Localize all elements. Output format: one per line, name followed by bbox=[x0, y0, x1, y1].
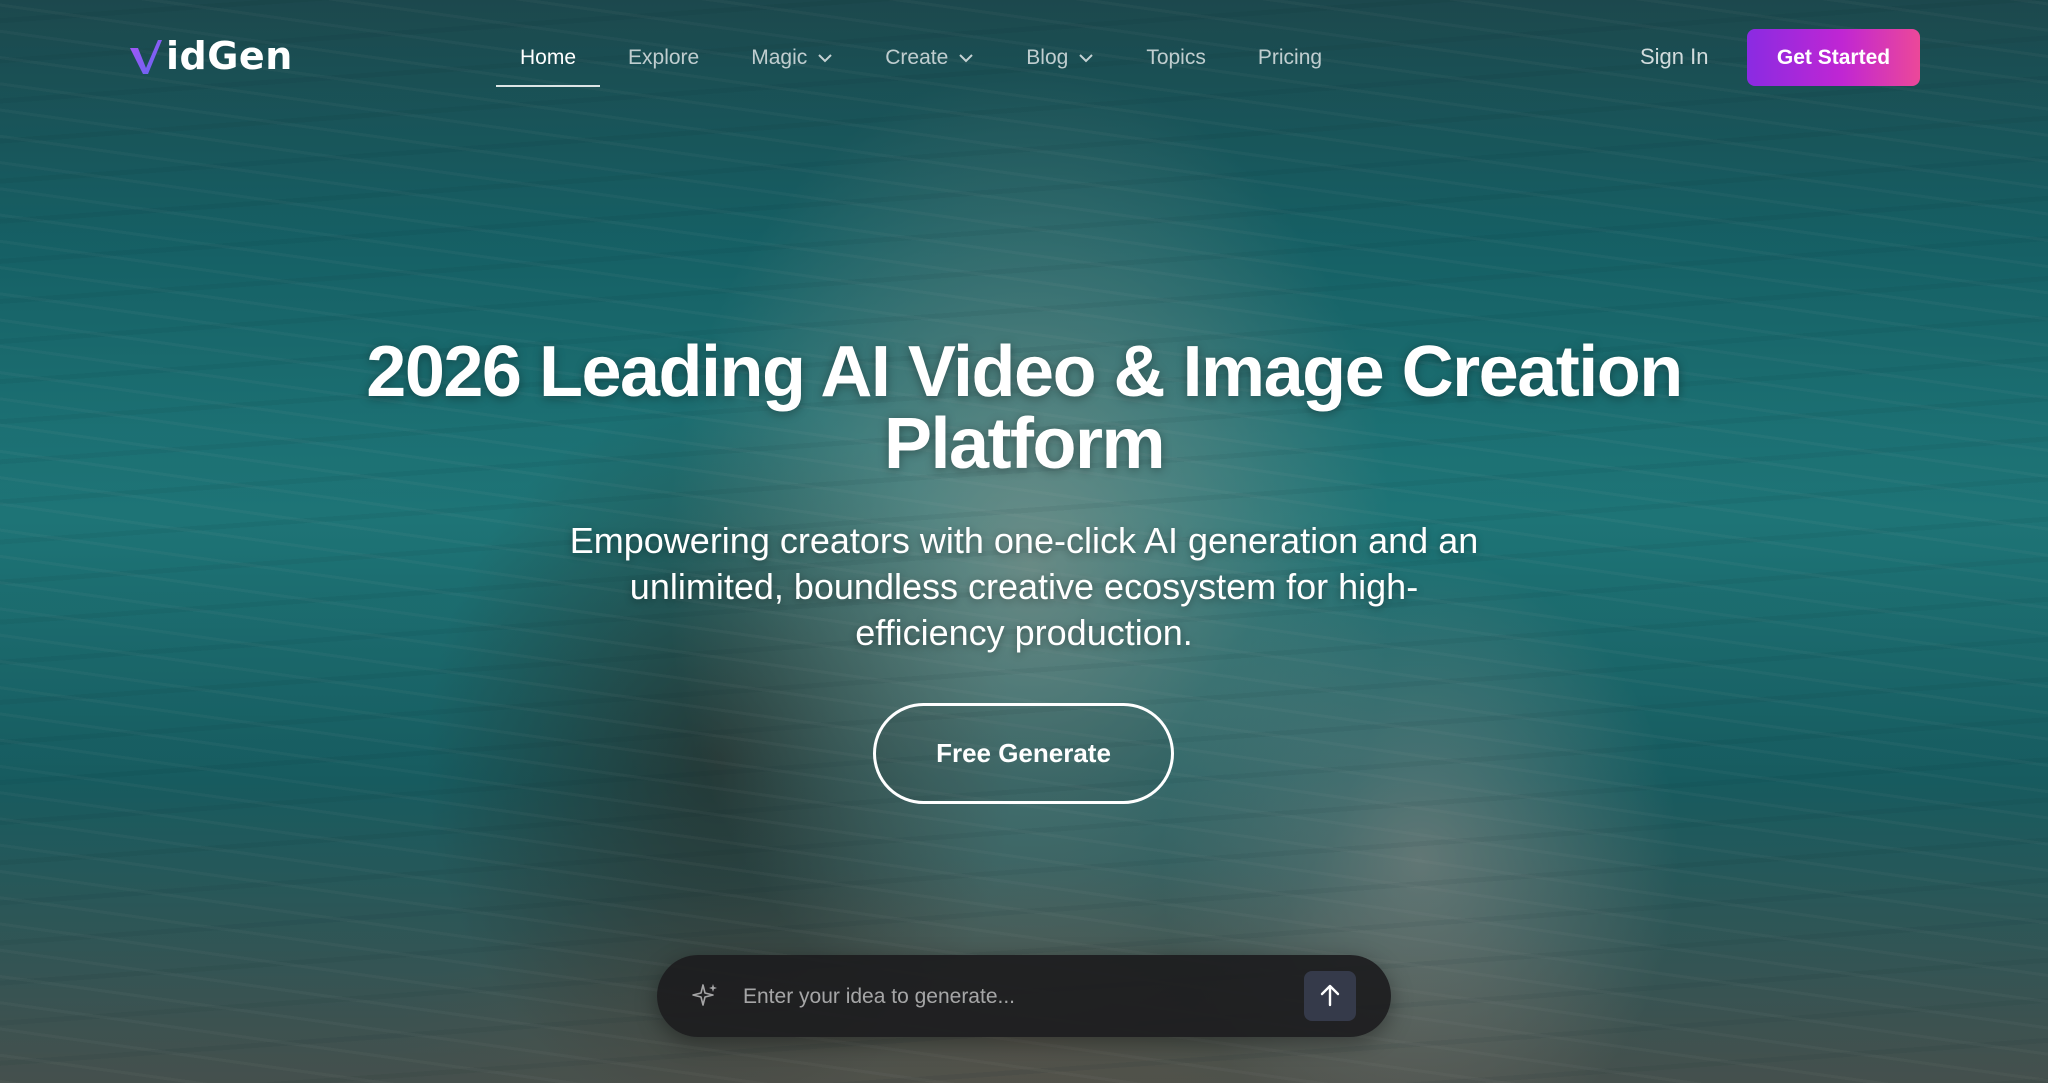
chevron-down-icon bbox=[959, 54, 974, 63]
nav-item-home[interactable]: Home bbox=[495, 29, 601, 87]
submit-prompt-button[interactable] bbox=[1304, 971, 1356, 1021]
arrow-up-icon bbox=[1320, 984, 1340, 1007]
nav-item-magic[interactable]: Magic bbox=[751, 29, 833, 87]
hero-subtitle-line: efficiency production. bbox=[855, 612, 1193, 653]
nav-item-pricing[interactable]: Pricing bbox=[1258, 29, 1322, 87]
hero-title-line: 2026 Leading AI Video & Image Creation bbox=[366, 332, 1683, 412]
nav-item-topics[interactable]: Topics bbox=[1146, 29, 1206, 87]
free-generate-button[interactable]: Free Generate bbox=[873, 703, 1174, 804]
get-started-button[interactable]: Get Started bbox=[1747, 29, 1920, 86]
brand-name: idGen bbox=[166, 34, 293, 78]
hero-title: 2026 Leading AI Video & Image Creation P… bbox=[324, 336, 1724, 480]
main-nav: Home Explore Magic Create Blog Topics Pr… bbox=[495, 28, 1374, 88]
nav-item-label: Magic bbox=[751, 46, 808, 69]
chevron-down-icon bbox=[818, 54, 832, 63]
nav-item-label: Home bbox=[520, 46, 577, 69]
logo-v-icon bbox=[130, 40, 162, 74]
chevron-down-icon bbox=[1079, 54, 1094, 63]
nav-item-create[interactable]: Create bbox=[885, 29, 974, 87]
hero-subtitle-line: Empowering creators with one-click AI ge… bbox=[569, 520, 1479, 561]
prompt-input[interactable] bbox=[741, 975, 1265, 1019]
nav-item-label: Blog bbox=[1026, 46, 1069, 69]
prompt-bar bbox=[657, 955, 1391, 1037]
hero-title-line: Platform bbox=[883, 404, 1166, 484]
site-header: idGen Home Explore Magic Create Blog Top… bbox=[0, 0, 2048, 116]
nav-item-label: Create bbox=[885, 46, 949, 69]
sparkle-icon bbox=[692, 984, 717, 1006]
landing-page: idGen Home Explore Magic Create Blog Top… bbox=[0, 0, 2048, 1083]
nav-item-explore[interactable]: Explore bbox=[628, 29, 699, 87]
sign-in-link[interactable]: Sign In bbox=[1640, 44, 1709, 70]
brand-logo[interactable]: idGen bbox=[128, 34, 293, 78]
nav-item-label: Pricing bbox=[1257, 46, 1323, 69]
nav-item-label: Explore bbox=[628, 46, 700, 69]
hero-subtitle-line: unlimited, boundless creative ecosystem … bbox=[629, 566, 1419, 607]
nav-item-label: Topics bbox=[1146, 46, 1206, 69]
hero-subtitle: Empowering creators with one-click AI ge… bbox=[524, 518, 1524, 656]
nav-item-blog[interactable]: Blog bbox=[1026, 29, 1094, 87]
